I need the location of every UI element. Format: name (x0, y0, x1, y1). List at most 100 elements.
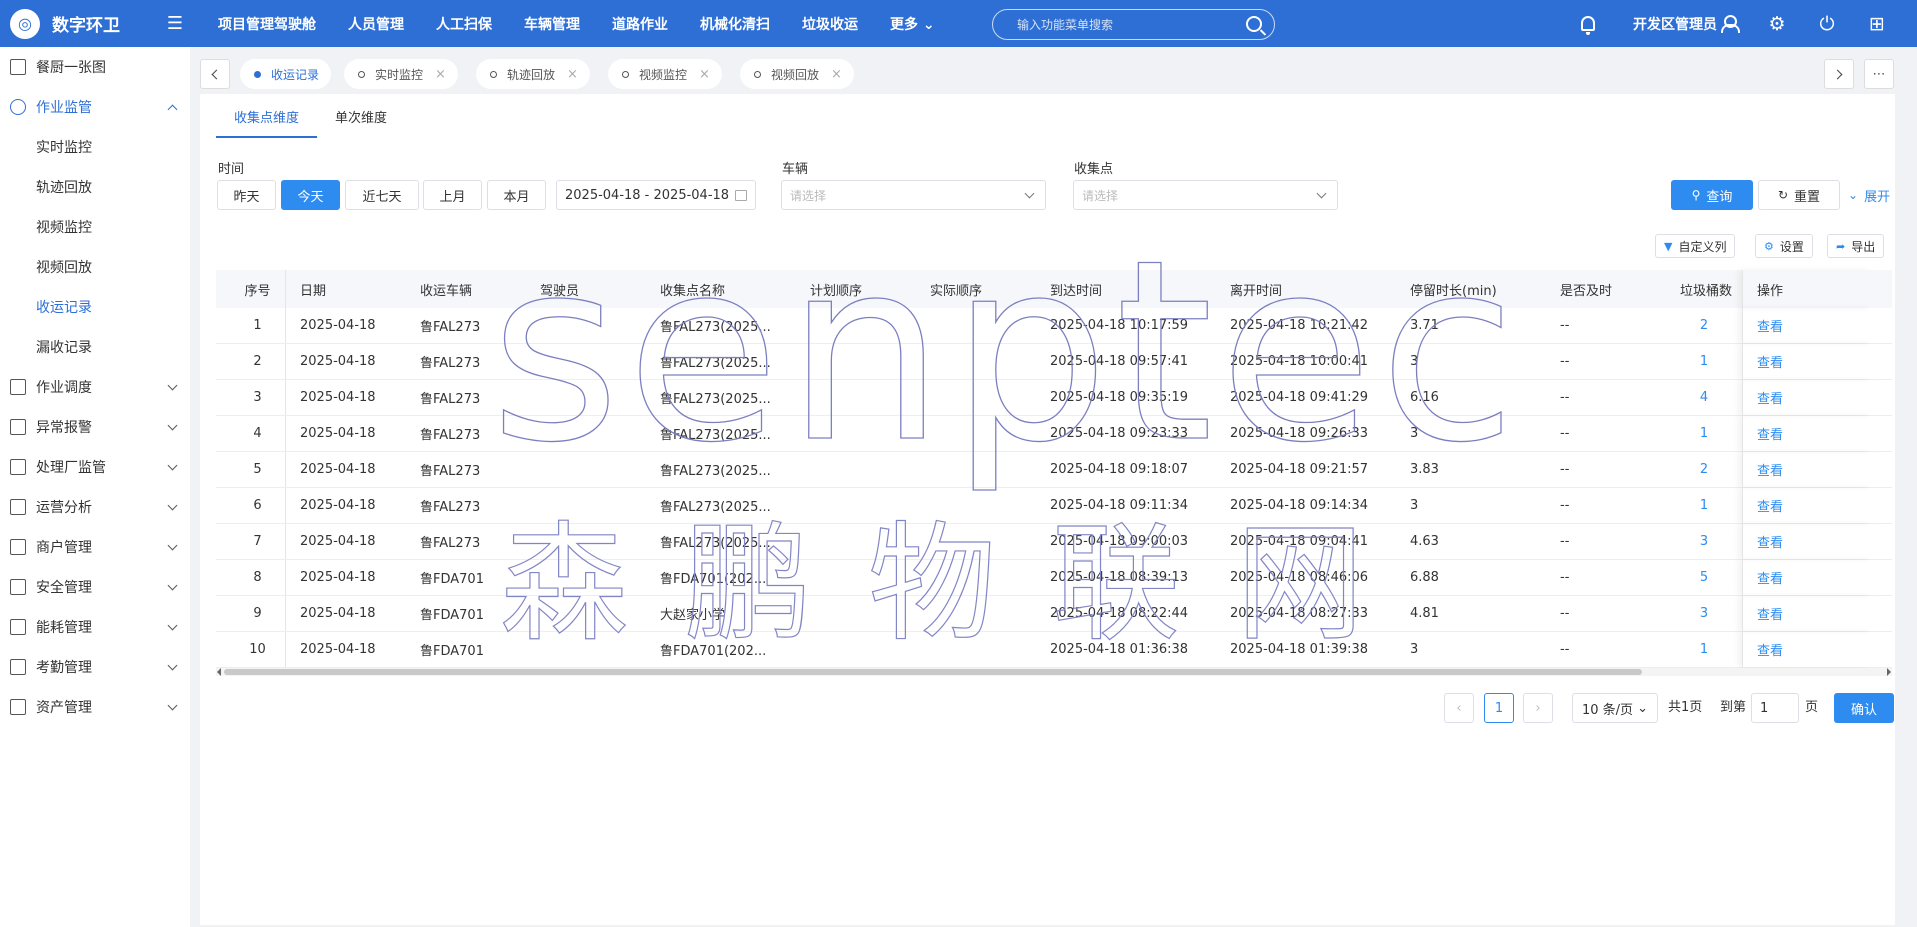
export-button[interactable]: ➦ 导出 (1827, 234, 1885, 258)
user-menu[interactable]: 开发区管理员 (1633, 14, 1740, 34)
page-size-select[interactable]: 10 条/页 ⌄ (1572, 693, 1658, 723)
view-link[interactable]: 查看 (1742, 308, 1872, 343)
topnav-garbage-collection[interactable]: 垃圾收运 (786, 14, 874, 34)
search-icon[interactable] (1246, 16, 1262, 32)
table-horizontal-scrollbar[interactable] (216, 668, 1892, 676)
reset-button[interactable]: ↻ 重置 (1758, 180, 1840, 210)
close-icon[interactable]: × (567, 67, 578, 82)
tabs-more-button[interactable]: ⋯ (1864, 59, 1894, 89)
view-link[interactable]: 查看 (1742, 452, 1872, 487)
sidebar-subitem-video-monitor[interactable]: 视频监控 (0, 207, 190, 247)
topnav-personnel[interactable]: 人员管理 (332, 14, 420, 34)
view-link[interactable]: 查看 (1742, 344, 1872, 379)
topnav-dashboard[interactable]: 项目管理驾驶舱 (202, 14, 332, 34)
tabs-prev-button[interactable] (200, 59, 230, 89)
sidebar-item-energy[interactable]: 能耗管理 (0, 607, 190, 647)
sidebar-subitem-track-playback[interactable]: 轨迹回放 (0, 167, 190, 207)
expand-toggle[interactable]: ⌄ 展开 (1848, 180, 1890, 210)
bin-count-link[interactable]: 4 (1666, 390, 1742, 405)
close-icon[interactable]: × (831, 67, 842, 82)
sidebar-subitem-video-playback[interactable]: 视频回放 (0, 247, 190, 287)
bin-count-link[interactable]: 2 (1666, 318, 1742, 333)
menu-toggle-icon[interactable]: ☰ (160, 13, 190, 34)
tabs-next-button[interactable] (1824, 59, 1854, 89)
sidebar-subitem-realtime[interactable]: 实时监控 (0, 127, 190, 167)
search-input[interactable] (1017, 17, 1237, 32)
power-icon[interactable]: ⏻ (1817, 13, 1837, 35)
date-range-picker[interactable]: 2025-04-18 - 2025-04-18 (556, 180, 756, 210)
tab-video-playback[interactable]: 视频回放 × (740, 59, 854, 89)
view-link[interactable]: 查看 (1742, 632, 1872, 667)
table-row[interactable]: 4 2025-04-18 鲁FAL273 鲁FAL273(2025... 2025-04… (216, 416, 1892, 452)
table-row[interactable]: 2 2025-04-18 鲁FAL273 鲁FAL273(2025... 2025-04… (216, 344, 1892, 380)
sidebar-item-merchants[interactable]: 商户管理 (0, 527, 190, 567)
page-prev-button[interactable]: ‹ (1444, 693, 1474, 723)
table-row[interactable]: 10 2025-04-18 鲁FDA701 鲁FDA701(202... 2025-04… (216, 632, 1892, 668)
sidebar-subitem-collection-records[interactable]: 收运记录 (0, 287, 190, 327)
close-icon[interactable]: × (699, 67, 710, 82)
quick-last-month-button[interactable]: 上月 (423, 180, 482, 210)
sidebar-item-dispatch[interactable]: 作业调度 (0, 367, 190, 407)
bin-count-link[interactable]: 3 (1666, 606, 1742, 621)
sidebar-item-attendance[interactable]: 考勤管理 (0, 647, 190, 687)
topnav-more[interactable]: 更多 ⌄ (874, 14, 951, 34)
close-icon[interactable]: × (435, 67, 446, 82)
topnav-vehicles[interactable]: 车辆管理 (508, 14, 596, 34)
bin-count-link[interactable]: 2 (1666, 462, 1742, 477)
sidebar-item-analytics[interactable]: 运营分析 (0, 487, 190, 527)
tab-video-monitor[interactable]: 视频监控 × (608, 59, 722, 89)
quick-this-month-button[interactable]: 本月 (487, 180, 546, 210)
table-row[interactable]: 3 2025-04-18 鲁FAL273 鲁FAL273(2025... 2025-04… (216, 380, 1892, 416)
quick-yesterday-button[interactable]: 昨天 (217, 180, 276, 210)
view-link[interactable]: 查看 (1742, 560, 1872, 595)
table-row[interactable]: 1 2025-04-18 鲁FAL273 鲁FAL273(2025... 2025-04… (216, 308, 1892, 344)
goto-page-input[interactable]: 1 (1751, 693, 1799, 723)
grid-icon[interactable]: ⊞ (1867, 13, 1887, 35)
custom-columns-button[interactable]: ▼ 自定义列 (1655, 234, 1736, 258)
table-row[interactable]: 5 2025-04-18 鲁FAL273 鲁FAL273(2025... 2025-04… (216, 452, 1892, 488)
topnav-manual-sweep[interactable]: 人工扫保 (420, 14, 508, 34)
scroll-right-icon[interactable] (1887, 668, 1891, 676)
view-link[interactable]: 查看 (1742, 416, 1872, 451)
quick-today-button[interactable]: 今天 (281, 180, 340, 210)
goto-confirm-button[interactable]: 确认 (1834, 693, 1894, 723)
query-button[interactable]: ⚲ 查询 (1671, 180, 1753, 210)
sidebar-subitem-missed-records[interactable]: 漏收记录 (0, 327, 190, 367)
table-row[interactable]: 7 2025-04-18 鲁FAL273 鲁FAL273(2025... 2025-04… (216, 524, 1892, 560)
bin-count-link[interactable]: 3 (1666, 534, 1742, 549)
sidebar-item-safety[interactable]: 安全管理 (0, 567, 190, 607)
bin-count-link[interactable]: 1 (1666, 642, 1742, 657)
table-row[interactable]: 6 2025-04-18 鲁FAL273 鲁FAL273(2025... 2025-04… (216, 488, 1892, 524)
page-next-button[interactable]: › (1523, 693, 1553, 723)
quick-7days-button[interactable]: 近七天 (345, 180, 419, 210)
vehicle-select[interactable]: 请选择 (781, 180, 1046, 210)
tab-realtime[interactable]: 实时监控 × (344, 59, 458, 89)
table-row[interactable]: 8 2025-04-18 鲁FDA701 鲁FDA701(202... 2025-04-… (216, 560, 1892, 596)
view-link[interactable]: 查看 (1742, 524, 1872, 559)
bin-count-link[interactable]: 1 (1666, 354, 1742, 369)
tab-point-dimension[interactable]: 收集点维度 (216, 108, 318, 138)
topnav-mechanical-sweep[interactable]: 机械化清扫 (684, 14, 786, 34)
page-number-button[interactable]: 1 (1484, 693, 1514, 723)
sidebar-item-work-supervision[interactable]: 作业监管 (0, 87, 190, 127)
app-logo[interactable]: ◎ 数字环卫 (0, 8, 160, 39)
tab-single-dimension[interactable]: 单次维度 (317, 108, 405, 138)
sidebar-item-kitchen-map[interactable]: 餐厨一张图 (0, 47, 190, 87)
bell-icon[interactable] (1581, 16, 1595, 35)
table-row[interactable]: 9 2025-04-18 鲁FDA701 大赵家小学 2025-04-18 08:22:… (216, 596, 1892, 632)
gear-icon[interactable]: ⚙ (1767, 13, 1787, 35)
scrollbar-thumb[interactable] (224, 669, 1642, 675)
sidebar-item-assets[interactable]: 资产管理 (0, 687, 190, 727)
view-link[interactable]: 查看 (1742, 596, 1872, 631)
topnav-road-work[interactable]: 道路作业 (596, 14, 684, 34)
tab-collection-records[interactable]: 收运记录 (240, 59, 332, 89)
tab-track-playback[interactable]: 轨迹回放 × (476, 59, 590, 89)
bin-count-link[interactable]: 1 (1666, 426, 1742, 441)
bin-count-link[interactable]: 1 (1666, 498, 1742, 513)
collection-point-select[interactable]: 请选择 (1073, 180, 1338, 210)
bin-count-link[interactable]: 5 (1666, 570, 1742, 585)
view-link[interactable]: 查看 (1742, 380, 1872, 415)
sidebar-item-alarms[interactable]: 异常报警 (0, 407, 190, 447)
view-link[interactable]: 查看 (1742, 488, 1872, 523)
scroll-left-icon[interactable] (217, 668, 221, 676)
